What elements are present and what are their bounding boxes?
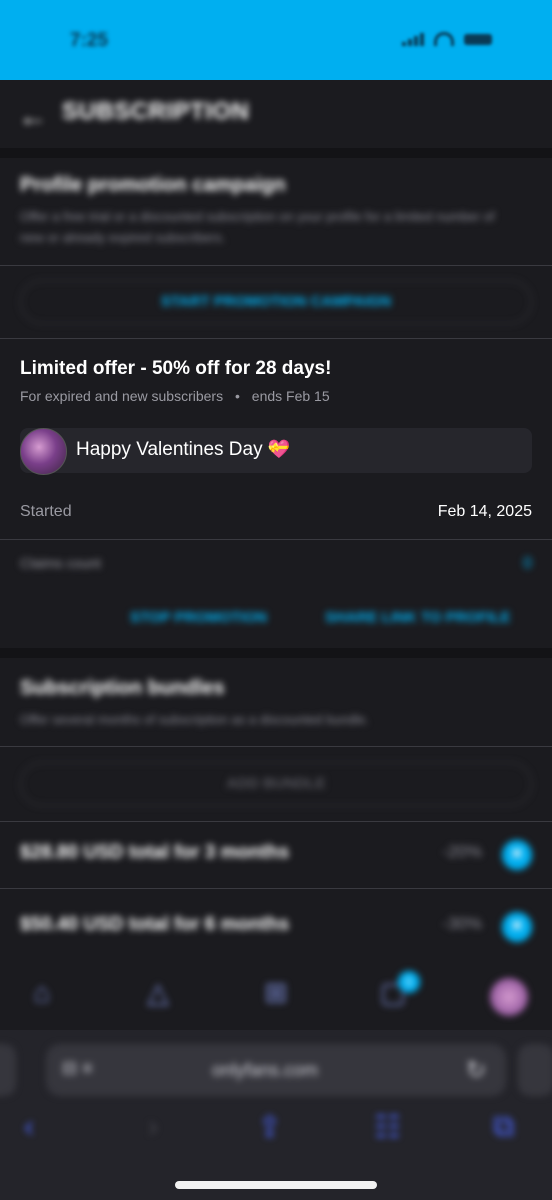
tabs-icon[interactable]: ⧉ bbox=[493, 1110, 514, 1144]
started-label: Started bbox=[20, 503, 72, 520]
forward-icon[interactable]: › bbox=[148, 1110, 158, 1144]
divider bbox=[0, 338, 552, 339]
bundle-discount: -20% bbox=[442, 842, 482, 861]
offer-title: Limited offer - 50% off for 28 days! bbox=[20, 358, 332, 379]
bundle-label: $50.40 USD total for 6 months bbox=[20, 914, 290, 935]
bundle-label: $28.80 USD total for 3 months bbox=[20, 842, 290, 863]
bundles-section-description: Offer several months of subscription as … bbox=[20, 712, 369, 727]
share-icon[interactable]: ⇪ bbox=[257, 1110, 282, 1145]
status-icons bbox=[402, 32, 492, 46]
page-title: SUBSCRIPTION bbox=[62, 98, 250, 125]
back-arrow-icon[interactable]: ← bbox=[18, 100, 48, 134]
previous-tab-preview[interactable] bbox=[0, 1044, 16, 1096]
avatar bbox=[20, 428, 67, 475]
share-link-button[interactable]: SHARE LINK TO PROFILE bbox=[325, 609, 511, 626]
stop-promotion-button[interactable]: STOP PROMOTION bbox=[130, 609, 267, 626]
offer-ends: ends Feb 15 bbox=[251, 388, 330, 404]
bundles-section-title: Subscription bundles bbox=[20, 677, 225, 699]
remove-bundle-icon[interactable]: ✕ bbox=[502, 840, 532, 870]
divider bbox=[0, 746, 552, 747]
promotion-message: Happy Valentines Day 💝 bbox=[76, 439, 290, 461]
offer-audience: For expired and new subscribers bbox=[20, 388, 224, 404]
status-time: 7:25 bbox=[70, 30, 109, 51]
reload-icon[interactable]: ↻ bbox=[466, 1056, 486, 1085]
wifi-icon bbox=[434, 32, 454, 46]
promotion-message-text: Happy Valentines Day bbox=[76, 439, 263, 460]
home-icon[interactable]: ⌂ bbox=[24, 975, 60, 1011]
messages-badge: 5 bbox=[398, 971, 420, 993]
back-icon[interactable]: ‹ bbox=[24, 1110, 34, 1144]
offer-subtitle: For expired and new subscribers • ends F… bbox=[20, 388, 330, 404]
promotion-section-description: Offer a free trial or a discounted subsc… bbox=[20, 209, 495, 245]
remove-bundle-icon[interactable]: ✕ bbox=[502, 912, 532, 942]
divider bbox=[0, 888, 552, 889]
divider bbox=[0, 648, 552, 658]
add-bundle-button[interactable]: ADD BUNDLE bbox=[20, 762, 532, 806]
start-promotion-button[interactable]: START PROMOTION CAMPAIGN bbox=[20, 280, 532, 324]
url-text: onlyfans.com bbox=[212, 1060, 319, 1080]
bookmarks-icon[interactable]: ☷ bbox=[374, 1110, 401, 1145]
offer-separator: • bbox=[235, 388, 240, 404]
bundle-discount: -30% bbox=[442, 914, 482, 933]
divider bbox=[0, 821, 552, 822]
profile-avatar-icon[interactable] bbox=[490, 978, 528, 1016]
notifications-bell-icon[interactable]: △ bbox=[140, 975, 176, 1011]
heart-gift-icon: 💝 bbox=[267, 439, 291, 459]
add-post-icon[interactable]: ⊞ bbox=[258, 975, 294, 1011]
divider bbox=[0, 539, 552, 540]
battery-icon bbox=[464, 33, 492, 45]
next-tab-preview[interactable] bbox=[518, 1044, 552, 1096]
promotion-section-title: Profile promotion campaign bbox=[20, 174, 286, 196]
claims-count-value: 0 bbox=[523, 555, 532, 572]
signal-icon bbox=[402, 32, 424, 46]
page-menu-icon[interactable]: ⊟ ≡ bbox=[62, 1058, 93, 1079]
divider bbox=[0, 265, 552, 266]
divider bbox=[0, 148, 552, 158]
home-indicator bbox=[175, 1181, 377, 1189]
claims-count-label: Claims count bbox=[20, 555, 101, 571]
started-value: Feb 14, 2025 bbox=[437, 503, 532, 520]
